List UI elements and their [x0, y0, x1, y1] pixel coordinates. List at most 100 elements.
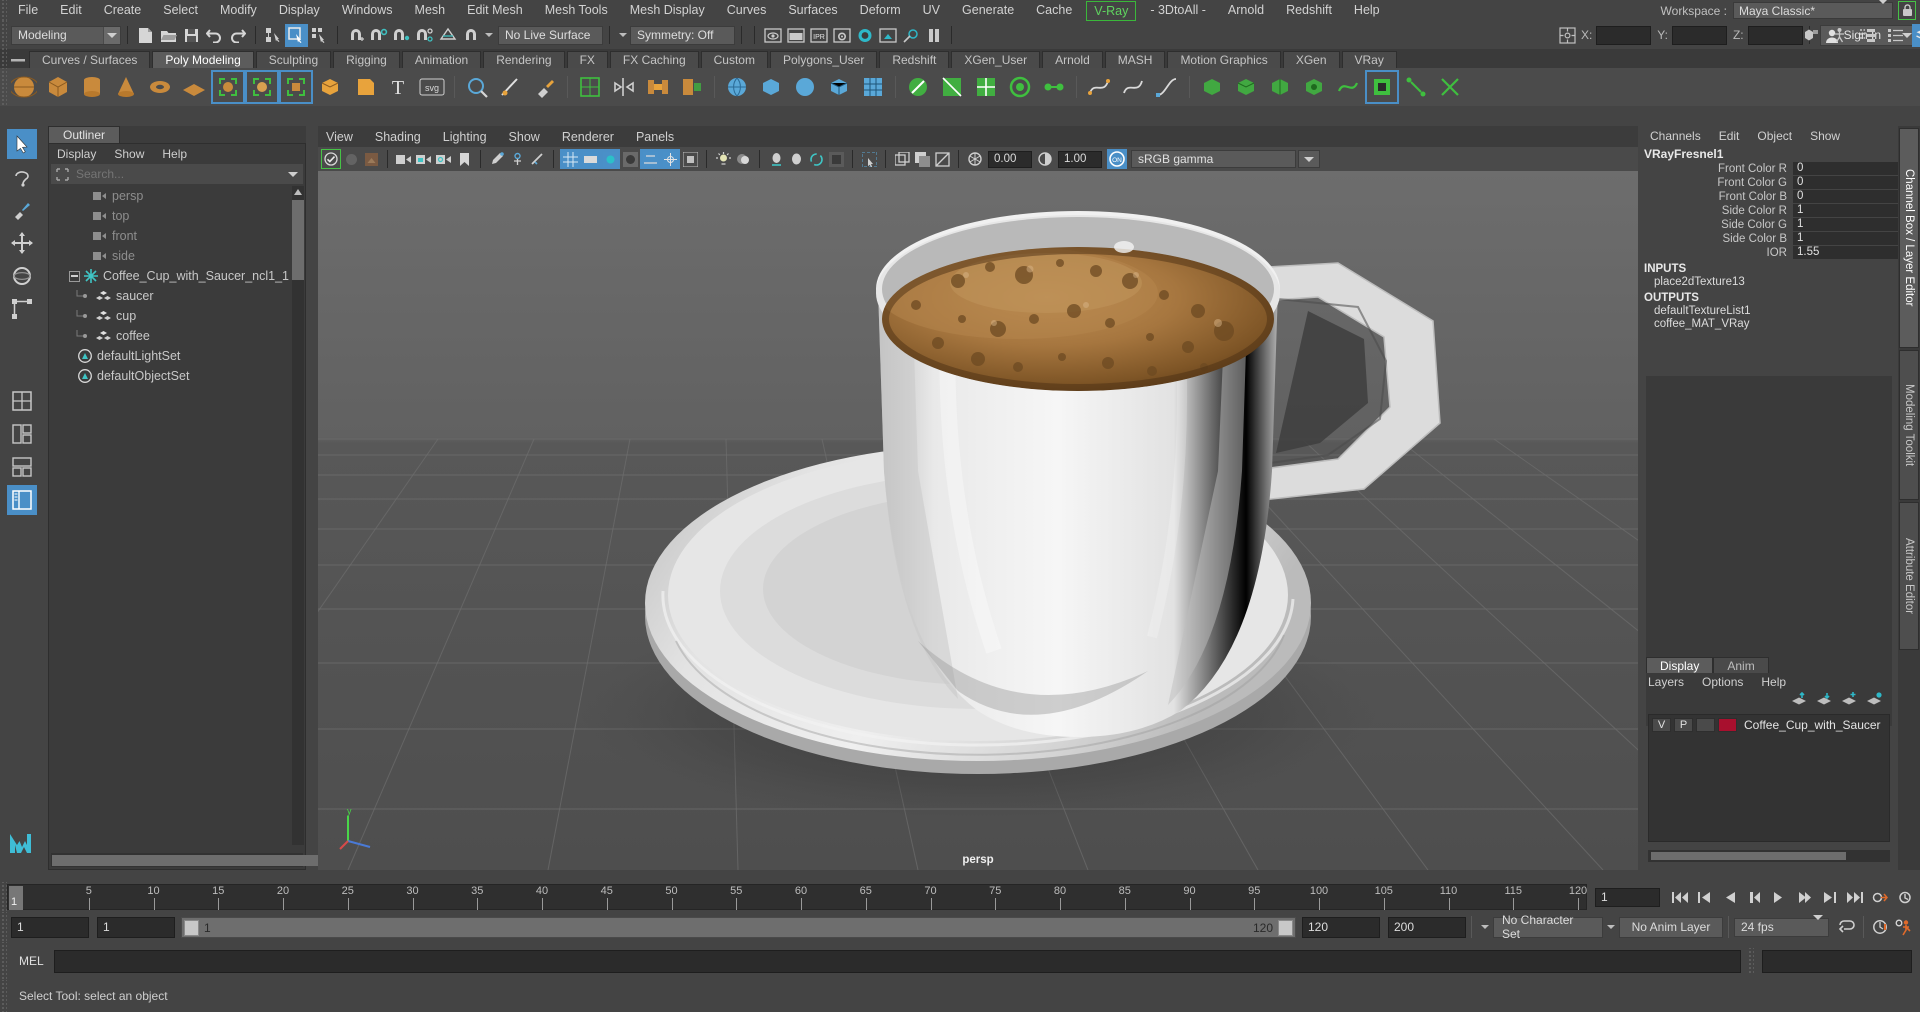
- text-tool-icon[interactable]: T: [383, 72, 413, 102]
- shelf-tab-animation[interactable]: Animation: [401, 51, 482, 68]
- append-polygon-icon[interactable]: [677, 72, 707, 102]
- layer-menu-help[interactable]: Help: [1761, 675, 1786, 689]
- menu-item-mesh-display[interactable]: Mesh Display: [619, 0, 716, 21]
- channel-value[interactable]: 0: [1793, 176, 1898, 189]
- snap-curve-icon[interactable]: [367, 24, 390, 47]
- shelf-tab-mash[interactable]: MASH: [1104, 51, 1166, 68]
- menu-item-redshift[interactable]: Redshift: [1275, 0, 1343, 21]
- scroll-up-icon[interactable]: [292, 186, 304, 198]
- poly-triangulate-icon[interactable]: [937, 72, 967, 102]
- light-editor-icon[interactable]: [899, 24, 922, 47]
- poly-connect-icon[interactable]: [1401, 72, 1431, 102]
- bookmark-camera-icon[interactable]: [341, 149, 361, 169]
- menu-item-deform[interactable]: Deform: [849, 0, 912, 21]
- menu-item-edit-mesh[interactable]: Edit Mesh: [456, 0, 534, 21]
- shelf-tab-xgen-user[interactable]: XGen_User: [951, 51, 1041, 68]
- channel-row-front-color-b[interactable]: Front Color B 0: [1640, 190, 1898, 203]
- move-layer-up-icon[interactable]: [1791, 691, 1807, 709]
- render-settings-icon[interactable]: [830, 24, 853, 47]
- snap-point-icon[interactable]: [390, 24, 413, 47]
- mesh-shell4-icon[interactable]: [1299, 72, 1329, 102]
- shelf-tab-rigging[interactable]: Rigging: [333, 51, 400, 68]
- texture-border-icon[interactable]: [680, 149, 700, 169]
- move-layer-down-icon[interactable]: [1816, 692, 1832, 709]
- open-scene-icon[interactable]: [157, 24, 180, 47]
- channelbox-menu-edit[interactable]: Edit: [1719, 129, 1740, 143]
- cone-primitive-icon[interactable]: [111, 72, 141, 102]
- layer-list[interactable]: V P Coffee_Cup_with_Saucer: [1648, 714, 1890, 842]
- output-node-coffee-mat-vray[interactable]: coffee_MAT_VRay: [1640, 318, 1898, 330]
- shelf-grip[interactable]: [0, 49, 7, 68]
- xray-icon[interactable]: [527, 149, 547, 169]
- animation-start-time-field[interactable]: 1: [11, 916, 89, 938]
- channel-row-front-color-r[interactable]: Front Color R 0: [1640, 162, 1898, 175]
- color-management-toggle-icon[interactable]: ON: [1107, 149, 1127, 169]
- shelf-tab-fx-caching[interactable]: FX Caching: [609, 51, 699, 68]
- menu-item-cache[interactable]: Cache: [1025, 0, 1083, 21]
- quad-draw-icon[interactable]: [575, 72, 605, 102]
- viewport-menu-view[interactable]: View: [326, 130, 353, 144]
- symmetry-field[interactable]: Symmetry: Off: [630, 25, 735, 45]
- shelf-tab-vray[interactable]: VRay: [1341, 51, 1397, 68]
- go-to-start-icon[interactable]: [1668, 886, 1691, 909]
- shelf-tab-arnold[interactable]: Arnold: [1042, 51, 1103, 68]
- channel-value[interactable]: 1.55: [1793, 246, 1898, 259]
- lock-camera-icon[interactable]: [414, 149, 434, 169]
- outliner-item-default-object-set[interactable]: defaultObjectSet: [51, 366, 291, 386]
- input-node-place2dtexture13[interactable]: place2dTexture13: [1640, 276, 1898, 288]
- outliner-search-chevron-icon[interactable]: [283, 171, 303, 177]
- select-camera-icon[interactable]: [321, 149, 341, 169]
- channel-row-ior[interactable]: IOR 1.55: [1640, 246, 1898, 259]
- snap-view-plane-icon[interactable]: [436, 24, 459, 47]
- poly-crease-icon[interactable]: [1365, 70, 1399, 104]
- commandline-splitter[interactable]: [1747, 948, 1754, 974]
- go-to-end-icon[interactable]: [1843, 886, 1866, 909]
- vtab-modeling-toolkit[interactable]: Modeling Toolkit: [1899, 350, 1919, 500]
- viewport-menu-shading[interactable]: Shading: [375, 130, 421, 144]
- menu-item-generate[interactable]: Generate: [951, 0, 1025, 21]
- paste-view-icon[interactable]: [912, 149, 932, 169]
- create-layer-from-selected-icon[interactable]: [1866, 691, 1882, 709]
- poly-quadrangulate-icon[interactable]: [971, 72, 1001, 102]
- exposure-icon[interactable]: [965, 149, 985, 169]
- channel-value[interactable]: 1: [1793, 232, 1898, 245]
- layer-list-scrollbar-thumb[interactable]: [1651, 852, 1846, 860]
- outliner-item-coffee-cup-group[interactable]: Coffee_Cup_with_Saucer_ncl1_1: [51, 266, 291, 286]
- sphere-primitive-icon[interactable]: [9, 72, 39, 102]
- mirror-icon[interactable]: [609, 72, 639, 102]
- lock-icon[interactable]: [1898, 1, 1916, 20]
- wireframe-shading-icon[interactable]: [560, 149, 580, 169]
- svg-tool-icon[interactable]: svg: [417, 72, 447, 102]
- outliner-item-coffee[interactable]: coffee: [51, 326, 291, 346]
- animation-preferences-gear-icon[interactable]: [1892, 916, 1915, 939]
- channel-value[interactable]: 0: [1793, 190, 1898, 203]
- poly-merge-icon[interactable]: [1039, 72, 1069, 102]
- layer-visibility-toggle[interactable]: V: [1652, 717, 1671, 732]
- step-forward-frame-icon[interactable]: [1793, 886, 1816, 909]
- poly-bevel-icon[interactable]: [349, 72, 379, 102]
- helpline-grip[interactable]: [0, 980, 7, 1012]
- camera-undo-icon[interactable]: [434, 149, 454, 169]
- shelf-tab-polygons-user[interactable]: Polygons_User: [769, 51, 878, 68]
- channel-value[interactable]: 1: [1793, 218, 1898, 231]
- sculpt-sphere-icon[interactable]: [790, 72, 820, 102]
- paint-select-tool-button[interactable]: [7, 195, 37, 225]
- select-component-icon[interactable]: [308, 24, 331, 47]
- playback-speed-select[interactable]: 24 fps: [1734, 915, 1829, 937]
- outliner-vertical-scrollbar[interactable]: [292, 186, 304, 845]
- menu-item-display[interactable]: Display: [268, 0, 331, 21]
- smooth-shade-icon[interactable]: [580, 149, 600, 169]
- vtab-channel-box-layer-editor[interactable]: Channel Box / Layer Editor: [1899, 128, 1919, 348]
- scene-assembly-icon[interactable]: [1800, 24, 1823, 47]
- layer-menu-layers[interactable]: Layers: [1648, 675, 1684, 689]
- clear-view-icon[interactable]: [932, 149, 952, 169]
- outliner-panel-icon[interactable]: [1856, 24, 1879, 47]
- playback-loop-icon[interactable]: [1835, 916, 1858, 939]
- layer-color-swatch[interactable]: [1718, 717, 1737, 732]
- shadow-pass-icon[interactable]: [766, 149, 786, 169]
- outliner-search-input[interactable]: [73, 165, 283, 183]
- rigging-icon[interactable]: [1828, 24, 1851, 47]
- outliner-item-side[interactable]: side: [51, 246, 291, 266]
- menu-item-modify[interactable]: Modify: [209, 0, 268, 21]
- select-tool-button[interactable]: [7, 129, 37, 159]
